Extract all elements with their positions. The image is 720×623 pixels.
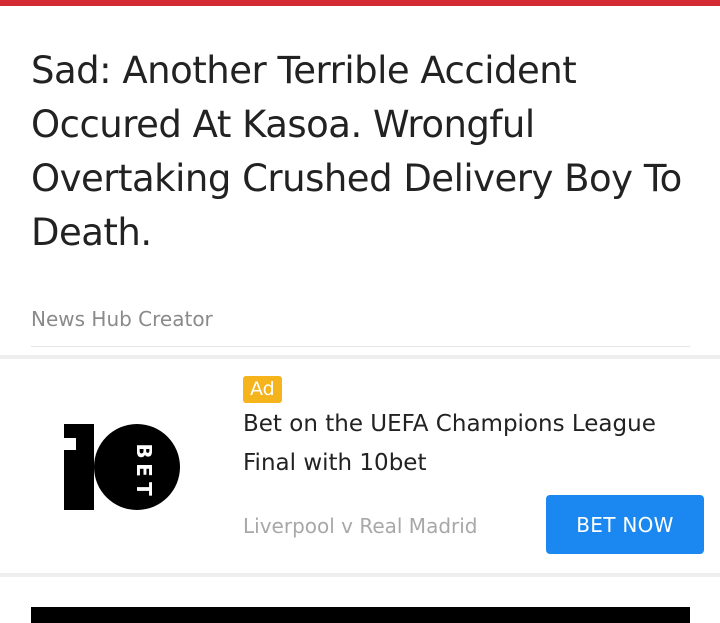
ad-card[interactable]: B E T Ad Bet on the UEFA Champions Leagu… [0, 359, 720, 573]
svg-text:E: E [132, 463, 156, 477]
svg-text:T: T [132, 482, 156, 496]
logo-bet-letters: B [132, 443, 156, 458]
10bet-logo-icon: B E T [64, 424, 180, 510]
divider [31, 346, 690, 347]
article-author[interactable]: News Hub Creator [31, 307, 213, 331]
ad-badge: Ad [243, 376, 282, 403]
section-divider [0, 573, 720, 577]
next-content-bar [31, 607, 690, 623]
bet-now-button[interactable]: BET NOW [546, 495, 704, 554]
ad-title[interactable]: Bet on the UEFA Champions League Final w… [243, 405, 683, 483]
ad-subtitle: Liverpool v Real Madrid [243, 514, 478, 538]
top-accent-bar [0, 0, 720, 6]
article-page: Sad: Another Terrible Accident Occured A… [0, 0, 720, 623]
article-title: Sad: Another Terrible Accident Occured A… [31, 49, 682, 254]
